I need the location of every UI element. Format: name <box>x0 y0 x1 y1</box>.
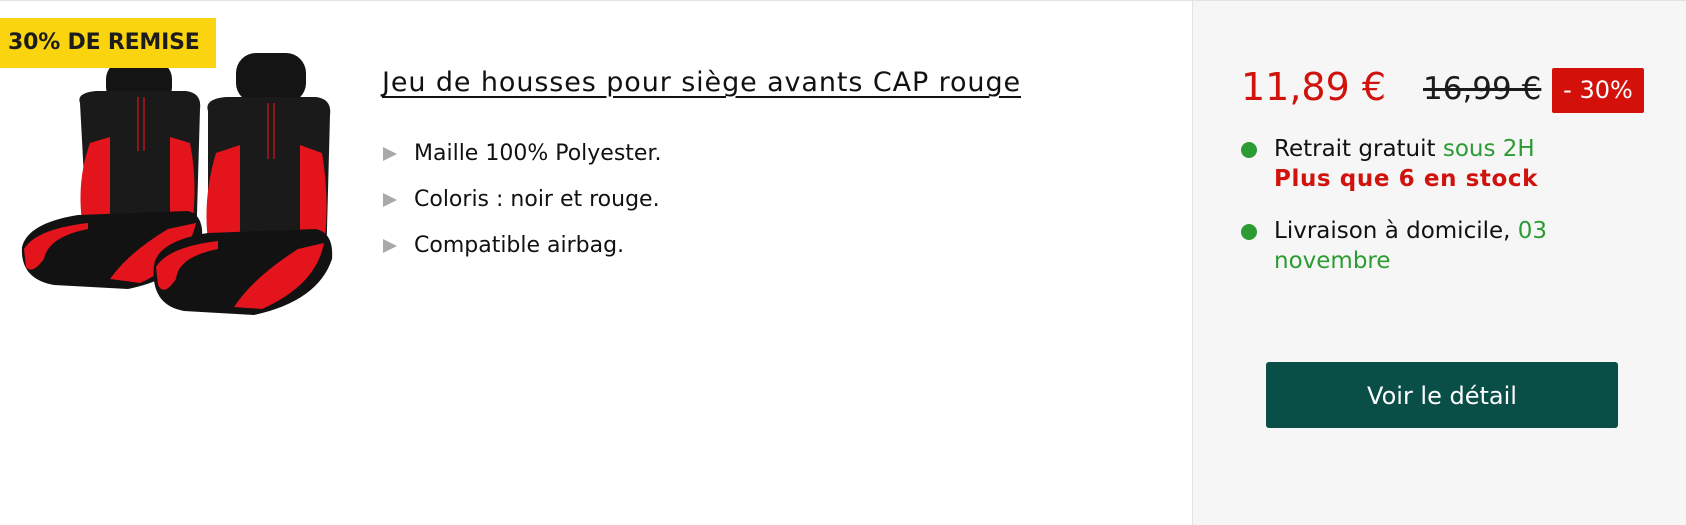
feature-text: Coloris : noir et rouge. <box>414 187 660 212</box>
pickup-label: Retrait gratuit <box>1274 136 1443 162</box>
current-price: 11,89 € <box>1241 65 1387 109</box>
status-dot-icon <box>1241 224 1257 240</box>
delivery-label: Livraison à domicile, <box>1274 218 1518 244</box>
discount-promo-badge: 30% DE REMISE <box>0 18 216 68</box>
feature-item: Compatible airbag. <box>382 229 661 275</box>
product-card: 30% DE REMISE Jeu de housses pour siège … <box>0 0 1686 525</box>
feature-list: Maille 100% Polyester. Coloris : noir et… <box>382 137 661 275</box>
product-image[interactable] <box>18 53 336 321</box>
product-title-link[interactable]: Jeu de housses pour siège avants CAP rou… <box>382 67 1021 98</box>
feature-item: Coloris : noir et rouge. <box>382 183 661 229</box>
delivery-text: Livraison à domicile, 03 novembre <box>1274 216 1594 276</box>
pickup-text: Retrait gratuit sous 2H Plus que 6 en st… <box>1274 134 1654 194</box>
feature-text: Maille 100% Polyester. <box>414 141 662 166</box>
triangle-right-icon <box>383 193 397 207</box>
feature-item: Maille 100% Polyester. <box>382 137 661 183</box>
price-panel: 11,89 € 16,99 € - 30% Retrait gratuit so… <box>1192 1 1686 525</box>
discount-percent-badge: - 30% <box>1552 68 1644 113</box>
triangle-right-icon <box>383 239 397 253</box>
pickup-time: sous 2H <box>1442 136 1535 162</box>
feature-text: Compatible airbag. <box>414 233 625 258</box>
status-dot-icon <box>1241 142 1257 158</box>
stock-warning: Plus que 6 en stock <box>1274 166 1539 192</box>
product-info-panel: 30% DE REMISE Jeu de housses pour siège … <box>0 1 1192 525</box>
view-details-button[interactable]: Voir le détail <box>1266 362 1618 428</box>
old-price: 16,99 € <box>1423 71 1542 107</box>
triangle-right-icon <box>383 147 397 161</box>
